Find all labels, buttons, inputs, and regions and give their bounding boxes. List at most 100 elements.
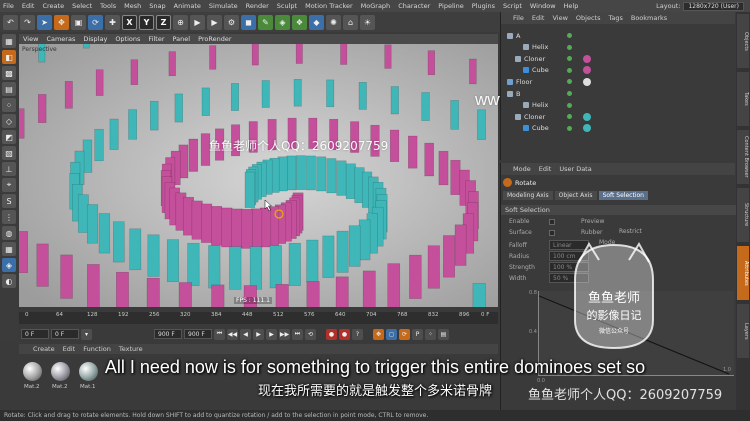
enable-axis-icon[interactable]: ⊥ — [2, 162, 16, 176]
material-tag-icon[interactable] — [583, 124, 591, 133]
attribute-menu-edit[interactable]: Edit — [539, 165, 552, 173]
menu-item-window[interactable]: Window — [530, 2, 556, 10]
live-selection-icon[interactable]: ➤ — [37, 14, 52, 30]
max-frame-field[interactable]: 900 F — [184, 329, 212, 339]
dock-tab-takes[interactable]: Takes — [737, 72, 749, 126]
menu-item-plugins[interactable]: Plugins — [472, 2, 495, 10]
object-menu-file[interactable]: File — [513, 14, 524, 22]
make-editable-icon[interactable]: ▦ — [2, 34, 16, 48]
viewport-menu-view[interactable]: View — [23, 35, 38, 43]
dock-tab-objects[interactable]: Objects — [737, 14, 749, 68]
pen-icon[interactable]: ✎ — [258, 14, 273, 30]
position-key-icon[interactable]: ✥ — [373, 328, 384, 340]
step-forward-icon[interactable]: ▶ — [266, 328, 277, 340]
object-row[interactable]: Floor — [501, 76, 736, 87]
material-tag-icon[interactable] — [583, 112, 591, 121]
timeline-icon[interactable]: ▤ — [438, 328, 449, 340]
scale-icon[interactable]: ▣ — [71, 14, 86, 30]
points-mode-icon[interactable]: ⁘ — [2, 98, 16, 112]
menu-item-script[interactable]: Script — [503, 2, 522, 10]
menu-item-sculpt[interactable]: Sculpt — [277, 2, 297, 10]
viewport-menu-panel[interactable]: Panel — [173, 35, 191, 43]
solo-icon[interactable]: ◐ — [2, 274, 16, 288]
menu-item-mesh[interactable]: Mesh — [124, 2, 141, 10]
play-icon[interactable]: ▶ — [253, 328, 264, 340]
material-tag-icon[interactable] — [583, 77, 591, 86]
z-axis-button[interactable]: Z — [156, 14, 171, 30]
menu-item-mograph[interactable]: MoGraph — [361, 2, 391, 10]
subdivision-icon[interactable]: ◈ — [275, 14, 290, 30]
material-tag-icon[interactable] — [583, 66, 591, 75]
object-row[interactable]: A — [501, 30, 736, 41]
dock-tab-layers[interactable]: Layers — [737, 304, 749, 358]
keyframe-selection-icon[interactable]: ? — [352, 328, 363, 340]
coordinate-system-icon[interactable]: ⊕ — [173, 14, 188, 30]
material-menu-create[interactable]: Create — [33, 345, 55, 353]
deformer-icon[interactable]: ◆ — [309, 14, 324, 30]
attribute-menu-user-data[interactable]: User Data — [559, 165, 591, 173]
tweak-icon[interactable]: ⌖ — [2, 178, 16, 192]
object-menu-objects[interactable]: Objects — [576, 14, 601, 22]
viewport-menu-filter[interactable]: Filter — [148, 35, 164, 43]
attribute-menu-mode[interactable]: Mode — [513, 165, 531, 173]
material-menu-edit[interactable]: Edit — [63, 345, 76, 353]
timeline-ruler[interactable]: 0 64 128 192 256 320 384 448 512 576 640 704 768 832 8… — [19, 312, 498, 324]
record-icon[interactable]: ● — [326, 328, 337, 340]
y-axis-button[interactable]: Y — [139, 14, 154, 30]
object-row[interactable]: Cube — [501, 123, 736, 134]
visibility-check-icon[interactable] — [567, 56, 572, 62]
menu-item-render[interactable]: Render — [246, 2, 269, 10]
layer-icon[interactable]: ◈ — [2, 258, 16, 272]
visibility-check-icon[interactable] — [567, 91, 572, 96]
camera-icon[interactable]: ⌂ — [343, 14, 358, 30]
attribute-checkbox[interactable] — [549, 218, 555, 225]
material-tag-icon[interactable] — [583, 54, 591, 63]
object-menu-bookmarks[interactable]: Bookmarks — [631, 14, 667, 22]
visibility-check-icon[interactable] — [567, 102, 572, 108]
next-key-icon[interactable]: ▶▶ — [279, 328, 290, 340]
dock-tab-structure[interactable]: Structure — [737, 188, 749, 242]
start-frame-field[interactable]: 0 F — [51, 329, 79, 339]
object-row[interactable]: B — [501, 88, 736, 99]
layout-value[interactable]: 1280x720 (User) — [683, 1, 744, 11]
tab-modeling-axis[interactable]: Modeling Axis — [503, 191, 553, 200]
object-row[interactable]: Cloner — [501, 53, 736, 64]
x-axis-button[interactable]: X — [122, 14, 137, 30]
visibility-check-icon[interactable] — [567, 79, 572, 85]
visibility-check-icon[interactable] — [567, 125, 572, 131]
tab-soft-selection[interactable]: Soft Selection — [598, 191, 648, 200]
menu-item-motion-tracker[interactable]: Motion Tracker — [305, 2, 353, 10]
cube-icon[interactable]: ◼ — [241, 14, 256, 30]
menu-item-edit[interactable]: Edit — [22, 2, 35, 10]
menu-item-simulate[interactable]: Simulate — [209, 2, 238, 10]
loop-icon[interactable]: ⟲ — [305, 328, 316, 340]
move-icon[interactable]: ✥ — [54, 14, 69, 30]
rotation-key-icon[interactable]: ⟳ — [399, 328, 410, 340]
menu-item-character[interactable]: Character — [398, 2, 430, 10]
point-level-key-icon[interactable]: ⁘ — [425, 328, 436, 340]
menu-item-tools[interactable]: Tools — [100, 2, 116, 10]
layout-selector[interactable]: Layout: 1280x720 (User) — [656, 0, 744, 12]
parameter-key-icon[interactable]: P — [412, 328, 423, 340]
menu-item-help[interactable]: Help — [564, 2, 579, 10]
step-back-icon[interactable]: ◀ — [240, 328, 251, 340]
model-mode-icon[interactable]: ◧ — [2, 50, 16, 64]
edges-mode-icon[interactable]: ◇ — [2, 114, 16, 128]
visibility-check-icon[interactable] — [567, 44, 572, 50]
3d-viewport[interactable]: Perspective FPS : 111.1 鱼鱼老师个人QQ：2609207… — [19, 44, 498, 307]
workplane-icon[interactable]: ▤ — [2, 82, 16, 96]
autokey-icon[interactable]: ● — [339, 328, 350, 340]
undo-icon[interactable]: ↶ — [3, 14, 18, 30]
menu-item-animate[interactable]: Animate — [174, 2, 201, 10]
grid-icon[interactable]: ▦ — [2, 242, 16, 256]
current-frame-field[interactable]: 0 F — [21, 329, 49, 339]
menu-item-snap[interactable]: Snap — [149, 2, 165, 10]
polygons-mode-icon[interactable]: ◩ — [2, 130, 16, 144]
texture-mode-icon[interactable]: ▩ — [2, 66, 16, 80]
object-row[interactable]: Cloner — [501, 111, 736, 122]
menu-item-pipeline[interactable]: Pipeline — [438, 2, 463, 10]
scene-icon[interactable]: ✺ — [326, 14, 341, 30]
go-to-start-icon[interactable]: ⏮ — [214, 328, 225, 340]
menu-item-file[interactable]: File — [3, 2, 14, 10]
previous-key-icon[interactable]: ◀◀ — [227, 328, 238, 340]
